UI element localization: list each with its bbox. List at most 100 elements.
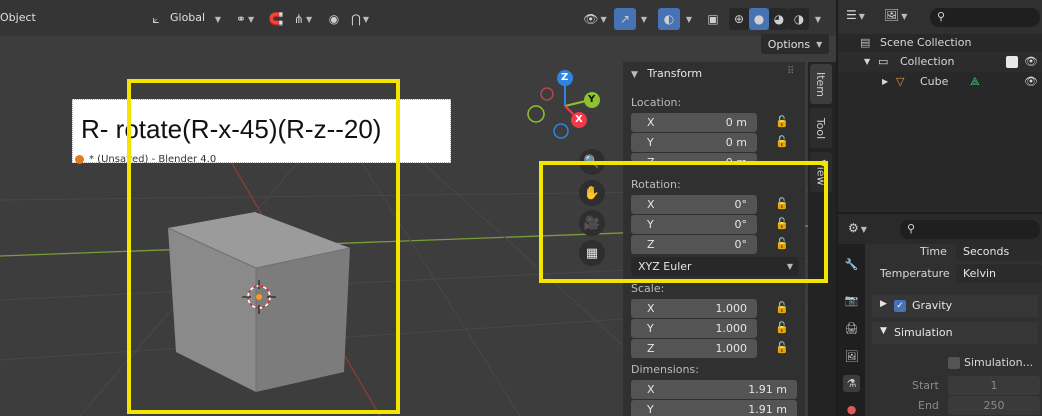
- gravity-panel-header[interactable]: ▶ ✓ Gravity: [872, 295, 1038, 317]
- outliner: ☰ ▼ 🖼 ▼ ⚲ ▤ Scene Collection ▼ ▭ Collectio…: [838, 0, 1042, 212]
- simulation-checkbox-label: Simulation...: [964, 356, 1034, 369]
- scene-collection-icon: ▤: [860, 36, 871, 49]
- temperature-unit-dropdown[interactable]: Kelvin: [956, 264, 1042, 283]
- scale-label: Scale:: [631, 282, 665, 295]
- blender-logo-icon: [75, 155, 84, 164]
- options-chevron-icon: ▼: [816, 39, 823, 49]
- shading-rendered-icon[interactable]: ◑: [789, 8, 809, 30]
- dimensions-y-field[interactable]: Y 1.91 m: [631, 400, 797, 416]
- gizmo-x-label[interactable]: X: [575, 114, 583, 125]
- transform-title: Transform: [647, 67, 703, 80]
- options-label: Options: [767, 37, 811, 51]
- mesh-data-icon[interactable]: ⟁: [970, 75, 980, 89]
- gizmo-y-label[interactable]: Y: [588, 94, 595, 105]
- outliner-search-input[interactable]: ⚲: [930, 8, 1040, 27]
- transform-orientation-icon[interactable]: ⟀: [146, 8, 166, 30]
- search-icon: ⚲: [937, 10, 946, 23]
- outliner-header: ☰ ▼ 🖼 ▼ ⚲: [838, 0, 1042, 34]
- lock-icon[interactable]: 🔓: [775, 301, 789, 314]
- visibility-eye-icon[interactable]: 👁: [1024, 55, 1038, 68]
- lock-icon[interactable]: 🔓: [775, 135, 789, 148]
- simulation-subrange-checkbox[interactable]: [948, 357, 960, 369]
- dimensions-label: Dimensions:: [631, 363, 699, 376]
- render-tab-icon[interactable]: 📷: [843, 292, 860, 309]
- scene-tab-icon[interactable]: ⚗: [843, 375, 860, 392]
- xray-toggle-icon[interactable]: ▣: [703, 8, 723, 30]
- collection-checkbox[interactable]: [1006, 56, 1018, 68]
- panel-drag-handle-icon[interactable]: ⠿: [787, 66, 794, 77]
- properties-header: ⚙ ▼ ⚲: [838, 214, 1042, 244]
- start-label: Start: [912, 379, 939, 392]
- gizmo-z-label[interactable]: Z: [561, 72, 568, 83]
- lock-icon[interactable]: 🔓: [775, 115, 789, 128]
- scale-z-field[interactable]: Z 1.000: [631, 339, 757, 358]
- end-label: End: [918, 399, 939, 412]
- options-button[interactable]: Options ▼: [761, 34, 829, 54]
- gizmo-chevron-icon[interactable]: ▼: [637, 8, 649, 30]
- orientation-chevron-icon[interactable]: ▼: [211, 8, 223, 30]
- lock-icon[interactable]: 🔓: [775, 341, 789, 354]
- tab-tool[interactable]: Tool: [810, 108, 832, 148]
- properties-search-input[interactable]: ⚲: [900, 220, 1040, 239]
- simulation-panel-header[interactable]: ▼ Simulation: [872, 322, 1038, 344]
- display-mode-icon[interactable]: 🖼 ▼: [884, 8, 907, 22]
- scale-y-field[interactable]: Y 1.000: [631, 319, 757, 338]
- mesh-object-icon: ▽: [896, 75, 905, 88]
- visibility-icon[interactable]: 👁 ▼: [580, 8, 610, 30]
- expand-chevron-icon[interactable]: ▼: [864, 57, 870, 66]
- outliner-row-scene-collection[interactable]: ▤ Scene Collection: [838, 33, 1042, 53]
- tool-tab-icon[interactable]: 🔧: [843, 256, 860, 273]
- properties-tabs: 🔧 📷 🖨 🖼 ⚗ ●: [838, 244, 865, 416]
- properties-editor: ⚙ ▼ ⚲ 🔧 📷 🖨 🖼 ⚗ ● Time Seconds Temperatur…: [838, 214, 1042, 416]
- outliner-row-cube[interactable]: ▶ ▽ Cube ⟁ 👁: [838, 72, 1042, 92]
- world-tab-icon[interactable]: ●: [843, 401, 860, 416]
- search-icon: ⚲: [907, 222, 916, 235]
- shading-chevron-icon[interactable]: ▼: [810, 8, 824, 30]
- start-frame-field[interactable]: 1: [948, 376, 1040, 395]
- transform-orientation-dropdown[interactable]: Global: [170, 11, 205, 24]
- output-tab-icon[interactable]: 🖨: [843, 320, 860, 337]
- tab-item[interactable]: Item: [810, 64, 832, 104]
- lock-icon[interactable]: 🔓: [775, 321, 789, 334]
- collapse-chevron-icon: ▼: [880, 326, 887, 336]
- snap-icon[interactable]: 🧲: [266, 8, 286, 30]
- snap-target-icon[interactable]: ⋔ ▼: [287, 8, 319, 30]
- scene-collection-label: Scene Collection: [880, 36, 972, 49]
- gravity-label: Gravity: [912, 299, 953, 312]
- outliner-row-collection[interactable]: ▼ ▭ Collection 👁: [838, 52, 1042, 72]
- simulation-label: Simulation: [894, 326, 953, 339]
- time-unit-dropdown[interactable]: Seconds: [956, 242, 1042, 261]
- end-frame-field[interactable]: 250: [948, 396, 1040, 415]
- editor-type-icon[interactable]: ⚙ ▼: [848, 221, 867, 235]
- overlays-toggle-icon[interactable]: ◐: [658, 8, 680, 30]
- shading-material-icon[interactable]: ◕: [769, 8, 789, 30]
- shading-wireframe-icon[interactable]: ⊕: [729, 8, 749, 30]
- shading-solid-icon[interactable]: ●: [749, 8, 769, 30]
- visibility-eye-icon[interactable]: 👁: [1024, 75, 1038, 88]
- pivot-point-icon[interactable]: ⚭ ▼: [230, 8, 260, 30]
- collapse-chevron-icon: ▼: [631, 70, 638, 80]
- time-label: Time: [920, 245, 947, 258]
- view-layer-tab-icon[interactable]: 🖼: [843, 348, 860, 365]
- location-x-field[interactable]: X0 m: [631, 113, 757, 132]
- overlays-chevron-icon[interactable]: ▼: [682, 8, 694, 30]
- mode-selector[interactable]: Object: [0, 11, 36, 24]
- highlight-box-rotation: [539, 161, 828, 283]
- temperature-label: Temperature: [880, 267, 950, 280]
- viewport-header: Object ⟀ Global ▼ ⚭ ▼ 🧲 ⋔ ▼ ◉ ⋂ ▼ 👁 ▼ ↗ ▼ ◐ …: [0, 0, 836, 36]
- expand-chevron-icon[interactable]: ▶: [882, 77, 888, 86]
- location-y-field[interactable]: Y0 m: [631, 133, 757, 152]
- dimensions-x-field[interactable]: X 1.91 m: [631, 380, 797, 399]
- expand-chevron-icon: ▶: [880, 299, 887, 309]
- gizmo-toggle-icon[interactable]: ↗: [614, 8, 636, 30]
- gravity-checkbox[interactable]: ✓: [894, 300, 906, 312]
- location-label: Location:: [631, 96, 682, 109]
- proportional-editing-icon[interactable]: ◉: [324, 8, 344, 30]
- collection-label: Collection: [900, 55, 955, 68]
- editor-type-icon[interactable]: ☰ ▼: [846, 8, 865, 22]
- transform-panel-header[interactable]: ▼ Transform: [631, 67, 702, 80]
- falloff-icon[interactable]: ⋂ ▼: [346, 8, 374, 30]
- highlight-box-cube: [127, 79, 400, 414]
- collection-icon: ▭: [878, 55, 889, 68]
- scale-x-field[interactable]: X 1.000: [631, 299, 757, 318]
